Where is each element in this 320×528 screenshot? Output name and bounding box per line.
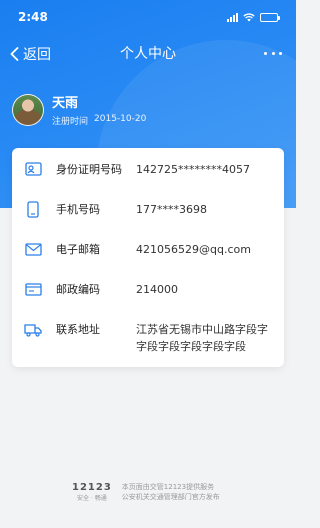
profile-info: 天雨 注册时间 2015-10-20 <box>52 92 146 127</box>
info-row-phone[interactable]: 手机号码 177****3698 <box>24 189 270 229</box>
more-button[interactable] <box>264 44 282 62</box>
info-row-postcode[interactable]: 邮政编码 214000 <box>24 269 270 309</box>
wifi-icon <box>243 12 255 21</box>
more-dot-icon <box>279 51 282 55</box>
footer-text: 本页面由交管12123提供服务 公安机关交通管理部门官方发布 <box>122 482 220 502</box>
info-label: 身份证明号码 <box>56 163 122 176</box>
info-value: 421056529@qq.com <box>136 242 251 256</box>
info-row-address[interactable]: 联系地址 江苏省无锡市中山路字段字字段字段字段字段字段 <box>24 309 270 369</box>
footer-line-1: 本页面由交管12123提供服务 <box>121 483 215 491</box>
mail-icon <box>24 240 42 258</box>
user-profile: 天雨 注册时间 2015-10-20 <box>12 92 146 127</box>
avatar[interactable] <box>12 93 44 126</box>
nav-bar: 返回 个人中心 <box>0 34 296 72</box>
info-label: 电子邮箱 <box>56 243 100 256</box>
app-logo: 12123 安全 · 畅通 <box>72 482 112 502</box>
info-value: 江苏省无锡市中山路字段字字段字段字段字段字段 <box>136 323 268 353</box>
postcode-icon <box>24 280 42 298</box>
logo-text: 12123 <box>72 482 112 493</box>
back-label: 返回 <box>23 47 51 63</box>
info-value: 214000 <box>136 282 178 296</box>
info-label: 手机号码 <box>56 203 100 216</box>
registration-label: 注册时间 <box>52 117 89 127</box>
battery-icon <box>260 12 280 22</box>
info-label: 邮政编码 <box>56 283 100 296</box>
logo-subtext: 安全 · 畅通 <box>77 495 107 502</box>
info-row-id[interactable]: 身份证明号码 142725********4057 <box>24 149 270 189</box>
chevron-left-icon <box>10 47 19 61</box>
personal-info-card: 身份证明号码 142725********4057 手机号码 177****36… <box>12 148 284 367</box>
status-bar: 2:48 <box>0 0 296 34</box>
signal-icon <box>227 12 238 22</box>
user-name: 天雨 <box>52 96 79 111</box>
status-time: 2:48 <box>18 10 48 24</box>
back-button[interactable]: 返回 <box>10 44 51 64</box>
registration-info: 注册时间 2015-10-20 <box>52 114 146 127</box>
truck-icon <box>24 321 42 339</box>
status-icons <box>227 12 280 22</box>
info-value: 142725********4057 <box>136 162 250 176</box>
info-label: 联系地址 <box>56 323 100 336</box>
phone-icon <box>24 200 42 218</box>
registration-date: 2015-10-20 <box>94 114 147 124</box>
footer: 12123 安全 · 畅通 本页面由交管12123提供服务 公安机关交通管理部门… <box>72 482 220 502</box>
info-row-email[interactable]: 电子邮箱 421056529@qq.com <box>24 229 270 269</box>
id-card-icon <box>24 160 42 178</box>
more-dot-icon <box>264 51 267 55</box>
footer-line-2: 公安机关交通管理部门官方发布 <box>121 493 220 501</box>
info-value: 177****3698 <box>136 202 207 216</box>
more-dot-icon <box>271 51 275 55</box>
